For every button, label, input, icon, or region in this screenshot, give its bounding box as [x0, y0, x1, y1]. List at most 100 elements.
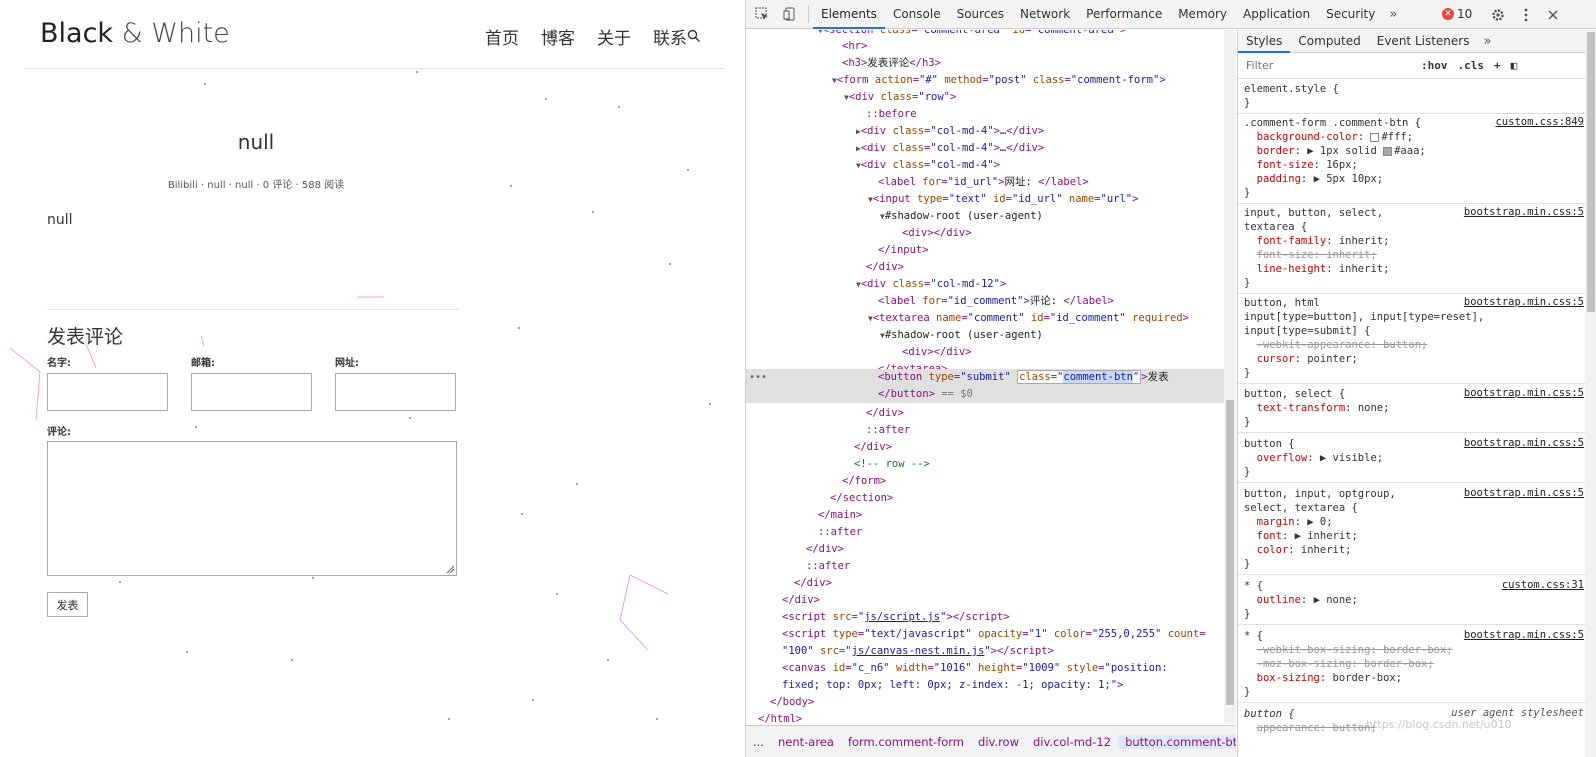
rule-source-link[interactable]: bootstrap.min.css:5: [1464, 437, 1584, 449]
styles-scrollbar[interactable]: [1585, 30, 1596, 757]
dom-node[interactable]: <div></div>: [746, 225, 1224, 242]
dom-node[interactable]: "100" src="js/canvas-nest.min.js"></scri…: [746, 643, 1224, 660]
nav-item-contact[interactable]: 联系: [653, 24, 687, 49]
nav-item-about[interactable]: 关于: [597, 24, 631, 49]
dom-node[interactable]: ::before: [746, 106, 1224, 123]
rule-source-link[interactable]: custom.css:31: [1502, 579, 1584, 591]
name-field[interactable]: [47, 373, 168, 411]
styles-filter-input[interactable]: [1244, 56, 1416, 75]
more-style-tabs-icon[interactable]: »: [1477, 34, 1497, 49]
crumb-col[interactable]: div.col-md-12: [1026, 735, 1118, 749]
comment-textarea[interactable]: [47, 441, 457, 576]
tab-memory[interactable]: Memory: [1170, 0, 1235, 29]
submit-button[interactable]: 发表: [47, 592, 88, 617]
dom-node[interactable]: </div>: [746, 405, 1224, 422]
email-field[interactable]: [191, 373, 312, 411]
dom-node[interactable]: </div>: [746, 541, 1224, 558]
dom-node[interactable]: ::after: [746, 422, 1224, 439]
dom-node[interactable]: </section>: [746, 490, 1224, 507]
dom-node[interactable]: </main>: [746, 507, 1224, 524]
dom-node[interactable]: <canvas id="c_n6" width="1016" height="1…: [746, 660, 1224, 677]
rule-line: }: [1244, 367, 1251, 379]
search-icon[interactable]: [687, 29, 701, 43]
header-divider: [24, 68, 724, 69]
kebab-icon[interactable]: [1514, 0, 1538, 29]
dom-node[interactable]: <script src="js/script.js"></script>: [746, 609, 1224, 626]
styles-scroll-thumb[interactable]: [1587, 32, 1595, 312]
close-icon[interactable]: [1541, 0, 1565, 29]
gear-icon[interactable]: [1486, 0, 1510, 29]
dom-node[interactable]: </div>: [746, 259, 1224, 276]
rule-source-link[interactable]: bootstrap.min.css:5: [1464, 206, 1584, 218]
dom-node[interactable]: <!-- row -->: [746, 456, 1224, 473]
dom-node[interactable]: ::after: [746, 524, 1224, 541]
rule-source-link[interactable]: custom.css:849: [1495, 116, 1584, 128]
dom-node[interactable]: </input>: [746, 242, 1224, 259]
error-counter[interactable]: ✕ 10: [1442, 7, 1472, 21]
tab-console[interactable]: Console: [885, 0, 949, 29]
tab-sources[interactable]: Sources: [949, 0, 1012, 29]
dom-node[interactable]: fixed; top: 0px; left: 0px; z-index: -1;…: [746, 677, 1224, 694]
rule-line: overflow: ▶ visible;: [1256, 452, 1384, 464]
dom-node[interactable]: <script type="text/javascript" opacity="…: [746, 626, 1224, 643]
dom-node[interactable]: </body>: [746, 694, 1224, 711]
crumb-section[interactable]: nent-area: [771, 735, 841, 749]
dom-node[interactable]: <h3>发表评论</h3>: [746, 55, 1224, 72]
rule-source-link[interactable]: bootstrap.min.css:5: [1464, 487, 1584, 499]
dom-node[interactable]: </div>: [746, 575, 1224, 592]
nav-item-home[interactable]: 首页: [485, 24, 519, 49]
dom-node[interactable]: ▼<div class="row">: [746, 89, 1224, 106]
tab-event-listeners[interactable]: Event Listeners: [1369, 30, 1478, 53]
dom-node-selected[interactable]: <button type="submit" class="comment-btn…: [746, 369, 1224, 403]
node-actions-icon[interactable]: •••: [749, 372, 767, 383]
cls-toggle[interactable]: .cls: [1453, 59, 1490, 72]
toggle-sidebar-icon[interactable]: ◧: [1506, 59, 1523, 72]
rule-source-link[interactable]: bootstrap.min.css:5: [1464, 629, 1584, 641]
tab-security[interactable]: Security: [1318, 0, 1383, 29]
dom-node[interactable]: <hr>: [746, 38, 1224, 55]
tab-elements[interactable]: Elements: [813, 0, 885, 29]
tab-application[interactable]: Application: [1235, 0, 1318, 29]
dom-node[interactable]: </div>: [746, 439, 1224, 456]
url-field[interactable]: [335, 373, 456, 411]
elements-scroll-thumb[interactable]: [1226, 400, 1234, 705]
tab-computed[interactable]: Computed: [1290, 30, 1368, 53]
devtools-tabs: Elements Console Sources Network Perform…: [813, 0, 1403, 29]
dom-node[interactable]: ▼#shadow-root (user-agent): [746, 327, 1224, 344]
elements-tree[interactable]: ▼<section class="comment-area" id="comme…: [746, 30, 1236, 724]
rule-source-link[interactable]: bootstrap.min.css:5: [1464, 296, 1584, 308]
hov-toggle[interactable]: :hov: [1416, 59, 1453, 72]
dom-node[interactable]: ▶<div class="col-md-4">…</div>: [746, 140, 1224, 157]
crumb-row[interactable]: div.row: [971, 735, 1026, 749]
dom-node[interactable]: </form>: [746, 473, 1224, 490]
device-toolbar-icon[interactable]: [776, 0, 804, 29]
crumb-button[interactable]: button.comment-btn: [1118, 734, 1236, 749]
rule-line: -moz-box-sizing: border-box;: [1256, 658, 1434, 670]
crumb-overflow-left[interactable]: ...: [746, 735, 771, 749]
dom-node[interactable]: ▼<textarea name="comment" id="id_comment…: [746, 310, 1224, 327]
dom-node[interactable]: ▼#shadow-root (user-agent): [746, 208, 1224, 225]
dom-node[interactable]: ::after: [746, 558, 1224, 575]
dom-node[interactable]: ▶<div class="col-md-4">…</div>: [746, 123, 1224, 140]
tab-network[interactable]: Network: [1012, 0, 1078, 29]
nav-item-blog[interactable]: 博客: [541, 24, 575, 49]
new-rule-button[interactable]: +: [1489, 59, 1506, 72]
tab-styles[interactable]: Styles: [1238, 30, 1291, 53]
inspect-icon[interactable]: [748, 0, 776, 29]
dom-node[interactable]: </html>: [746, 711, 1224, 724]
dom-node[interactable]: ▼<form action="#" method="post" class="c…: [746, 72, 1224, 89]
elements-scrollbar[interactable]: [1224, 30, 1236, 724]
dom-node[interactable]: <div></div>: [746, 344, 1224, 361]
rule-source-link[interactable]: bootstrap.min.css:5: [1464, 387, 1584, 399]
dom-node[interactable]: ▼<div class="col-md-4">: [746, 157, 1224, 174]
dom-node[interactable]: </div>: [746, 592, 1224, 609]
resize-grip-icon[interactable]: [446, 565, 454, 573]
more-tabs-icon[interactable]: »: [1383, 7, 1403, 22]
dom-node[interactable]: <label for="id_comment">评论: </label>: [746, 293, 1224, 310]
tab-performance[interactable]: Performance: [1078, 0, 1170, 29]
dom-node[interactable]: ▼<input type="text" id="id_url" name="ur…: [746, 191, 1224, 208]
dom-node[interactable]: <label for="id_url">网址: </label>: [746, 174, 1224, 191]
crumb-form[interactable]: form.comment-form: [841, 735, 971, 749]
dom-node[interactable]: ▼<div class="col-md-12">: [746, 276, 1224, 293]
site-brand[interactable]: Black & White: [40, 18, 230, 49]
